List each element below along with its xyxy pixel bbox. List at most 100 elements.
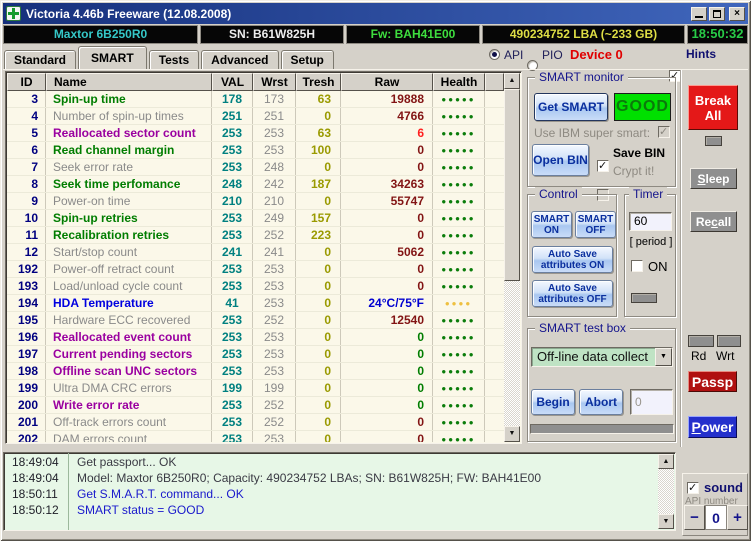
log-scroll-down-icon[interactable]: ▼ (658, 514, 674, 529)
tab-tests[interactable]: Tests (149, 50, 199, 69)
row-name: Read channel margin (46, 142, 212, 158)
row-name: Start/stop count (46, 244, 212, 260)
row-id: 197 (7, 346, 46, 362)
test-select[interactable]: Off-line data collect ▼ (531, 347, 673, 367)
table-row[interactable]: 9Power-on time210210055747●●●●● (7, 193, 504, 210)
table-row[interactable]: 200Write error rate25325200●●●●● (7, 397, 504, 414)
scroll-down-icon[interactable]: ▼ (504, 426, 520, 442)
row-wrst: 253 (253, 346, 296, 362)
table-row[interactable]: 199Ultra DMA CRC errors19919900●●●●● (7, 380, 504, 397)
log-message: Get passport... OK (68, 455, 176, 471)
recall-label: all (718, 215, 731, 229)
crypt-it-label: Crypt it! (613, 164, 654, 178)
log-time: 18:50:11 (5, 487, 68, 503)
table-row[interactable]: 201Off-track errors count25325200●●●●● (7, 414, 504, 431)
scroll-up-icon[interactable]: ▲ (504, 73, 520, 89)
table-scrollbar[interactable]: ▲ ▼ (504, 73, 520, 442)
row-wrst: 253 (253, 363, 296, 379)
close-button[interactable]: × (729, 7, 745, 21)
titlebar[interactable]: Victoria 4.46b Freeware (12.08.2008) × (3, 3, 748, 24)
table-row[interactable]: 192Power-off retract count25325300●●●●● (7, 261, 504, 278)
drive-model: Maxtor 6B250R0 (3, 25, 198, 44)
column-header-name[interactable]: Name (46, 73, 212, 91)
table-row[interactable]: 195Hardware ECC recovered253252012540●●●… (7, 312, 504, 329)
sound-checkbox[interactable] (687, 482, 699, 494)
row-raw: 0 (341, 227, 433, 243)
table-row[interactable]: 4Number of spin-up times25125104766●●●●● (7, 108, 504, 125)
sleep-button[interactable]: Sleep (690, 168, 737, 189)
tab-strip: Standard SMART Tests Advanced Setup (4, 46, 336, 69)
power-button[interactable]: Power (688, 416, 737, 438)
table-row[interactable]: 196Reallocated event count25325300●●●●● (7, 329, 504, 346)
api-number-increment-button[interactable]: + (727, 505, 748, 530)
autosave-on-button[interactable]: Auto Save attributes ON (532, 246, 613, 273)
table-row[interactable]: 3Spin-up time1781736319888●●●●● (7, 91, 504, 108)
chevron-down-icon[interactable]: ▼ (655, 348, 672, 366)
table-row[interactable]: 7Seek error rate25324800●●●●● (7, 159, 504, 176)
break-all-button[interactable]: Break All (688, 85, 738, 130)
table-row[interactable]: 6Read channel margin2532531000●●●●● (7, 142, 504, 159)
sound-panel: sound API number − 0 + (682, 473, 748, 536)
table-row[interactable]: 198Offline scan UNC sectors25325300●●●●● (7, 363, 504, 380)
health-dots: ●●●●● (433, 346, 485, 362)
abort-test-button[interactable]: Abort (579, 389, 623, 415)
maximize-button[interactable] (709, 7, 725, 21)
column-header-tresh[interactable]: Tresh (296, 73, 341, 91)
table-row[interactable]: 8Seek time perfomance24824218734263●●●●● (7, 176, 504, 193)
column-header-id[interactable]: ID (7, 73, 46, 91)
log-scrollbar[interactable]: ▲ ▼ (658, 454, 674, 529)
table-row[interactable]: 5Reallocated sector count253253636●●●●● (7, 125, 504, 142)
api-radio-label: API (504, 48, 523, 62)
row-tresh: 0 (296, 108, 341, 124)
get-smart-button[interactable]: Get SMART (534, 93, 608, 121)
log-scroll-up-icon[interactable]: ▲ (658, 454, 674, 469)
tab-standard[interactable]: Standard (4, 50, 76, 69)
api-radio[interactable] (489, 49, 500, 60)
row-tresh: 0 (296, 312, 341, 328)
smart-on-button[interactable]: SMART ON (531, 211, 572, 238)
minimize-button[interactable] (691, 7, 707, 21)
row-tresh: 0 (296, 397, 341, 413)
log-row: 18:50:11Get S.M.A.R.T. command... OK (5, 487, 657, 503)
recall-button[interactable]: Recall (690, 211, 737, 232)
row-wrst: 252 (253, 227, 296, 243)
tab-smart[interactable]: SMART (78, 46, 147, 69)
row-val: 253 (212, 414, 253, 430)
column-header-wrst[interactable]: Wrst (253, 73, 296, 91)
autosave-off-button[interactable]: Auto Save attributes OFF (532, 280, 613, 307)
table-row[interactable]: 197Current pending sectors25325300●●●●● (7, 346, 504, 363)
column-header-health[interactable]: Health (433, 73, 485, 91)
tab-setup[interactable]: Setup (281, 50, 334, 69)
row-filler (485, 108, 504, 124)
passp-button[interactable]: Passp (688, 371, 737, 392)
health-dots: ●●●●● (433, 125, 485, 141)
table-row[interactable]: 202DAM errors count25325300●●●●● (7, 431, 504, 442)
row-id: 4 (7, 108, 46, 124)
column-header-val[interactable]: VAL (212, 73, 253, 91)
ibm-smart-checkbox[interactable] (658, 126, 670, 138)
save-bin-checkbox[interactable] (597, 160, 609, 172)
api-number-decrement-button[interactable]: − (684, 505, 705, 530)
row-raw: 55747 (341, 193, 433, 209)
table-row[interactable]: 193Load/unload cycle count25325300●●●●● (7, 278, 504, 295)
table-row[interactable]: 12Start/stop count24124105062●●●●● (7, 244, 504, 261)
write-led-label: Wrt (716, 349, 734, 363)
table-row[interactable]: 11Recalibration retries2532522230●●●●● (7, 227, 504, 244)
table-row[interactable]: 10Spin-up retries2532491570●●●●● (7, 210, 504, 227)
open-bin-button[interactable]: Open BIN (532, 144, 589, 176)
begin-test-button[interactable]: Begin (531, 389, 575, 415)
timer-on-checkbox[interactable] (631, 260, 643, 272)
tab-advanced[interactable]: Advanced (201, 50, 278, 69)
timer-period-input[interactable]: 60 (629, 212, 672, 231)
column-header-raw[interactable]: Raw (341, 73, 433, 91)
row-filler (485, 363, 504, 379)
row-name: Spin-up time (46, 91, 212, 107)
smart-off-button[interactable]: SMART OFF (575, 211, 616, 238)
row-filler (485, 414, 504, 430)
row-tresh: 0 (296, 193, 341, 209)
scrollbar-thumb[interactable] (504, 89, 520, 281)
table-row[interactable]: 194HDA Temperature41253024°C/75°F●●●● (7, 295, 504, 312)
test-counter-field[interactable]: 0 (630, 389, 673, 415)
row-tresh: 0 (296, 159, 341, 175)
api-number-value[interactable]: 0 (705, 505, 727, 530)
